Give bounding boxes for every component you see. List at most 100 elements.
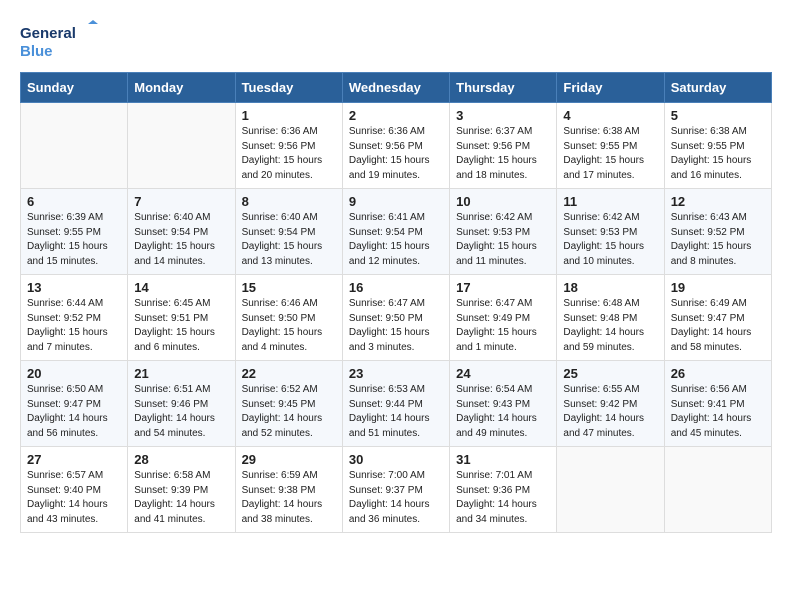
calendar-cell: 3Sunrise: 6:37 AM Sunset: 9:56 PM Daylig… [450, 103, 557, 189]
day-number: 4 [563, 108, 657, 123]
day-number: 31 [456, 452, 550, 467]
calendar-cell: 28 Sunrise: 6:58 AM Sunset: 9:39 PM Dayli… [128, 447, 235, 533]
day-detail: Sunrise: 6:47 AM Sunset: 9:49 PM Dayligh… [456, 297, 550, 355]
day-detail: Sunrise: 6:43 AM Sunset: 9:52 PM Dayligh… [671, 211, 765, 269]
day-number: 13 [27, 280, 121, 295]
day-number: 27 [27, 452, 121, 467]
day-number: 5 [671, 108, 765, 123]
calendar-header-row: SundayMondayTuesdayWednesdayThursdayFrid… [21, 73, 772, 103]
calendar-cell: 26Sunrise: 6:56 AM Sunset: 9:41 PM Dayli… [664, 361, 771, 447]
day-number: 10 [456, 194, 550, 209]
calendar-cell: 18 Sunrise: 6:48 AM Sunset: 9:48 PM Dayli… [557, 275, 664, 361]
day-number: 25 [563, 366, 657, 381]
calendar-cell [664, 447, 771, 533]
calendar-cell: 21 Sunrise: 6:51 AM Sunset: 9:46 PM Dayli… [128, 361, 235, 447]
calendar-cell: 27 Sunrise: 6:57 AM Sunset: 9:40 PM Dayli… [21, 447, 128, 533]
calendar-table: SundayMondayTuesdayWednesdayThursdayFrid… [20, 72, 772, 533]
calendar-cell [128, 103, 235, 189]
calendar-cell [557, 447, 664, 533]
day-number: 8 [242, 194, 336, 209]
calendar-cell: 19 Sunrise: 6:49 AM Sunset: 9:47 PM Dayli… [664, 275, 771, 361]
day-detail: Sunrise: 6:44 AM Sunset: 9:52 PM Dayligh… [27, 297, 121, 355]
day-number: 16 [349, 280, 443, 295]
day-number: 17 [456, 280, 550, 295]
day-detail: Sunrise: 6:59 AM Sunset: 9:38 PM Dayligh… [242, 469, 336, 527]
day-number: 9 [349, 194, 443, 209]
day-detail: Sunrise: 6:49 AM Sunset: 9:47 PM Dayligh… [671, 297, 765, 355]
day-number: 28 [134, 452, 228, 467]
calendar-cell: 30 Sunrise: 7:00 AM Sunset: 9:37 PM Dayli… [342, 447, 449, 533]
day-detail: Sunrise: 6:41 AM Sunset: 9:54 PM Dayligh… [349, 211, 443, 269]
day-number: 1 [242, 108, 336, 123]
calendar-week-row: 20 Sunrise: 6:50 AM Sunset: 9:47 PM Dayli… [21, 361, 772, 447]
day-detail: Sunrise: 6:42 AM Sunset: 9:53 PM Dayligh… [456, 211, 550, 269]
day-number: 11 [563, 194, 657, 209]
calendar-cell: 1 Sunrise: 6:36 AM Sunset: 9:56 PM Daylig… [235, 103, 342, 189]
day-detail: Sunrise: 6:58 AM Sunset: 9:39 PM Dayligh… [134, 469, 228, 527]
calendar-cell: 29Sunrise: 6:59 AM Sunset: 9:38 PM Dayli… [235, 447, 342, 533]
weekday-header: Saturday [664, 73, 771, 103]
day-detail: Sunrise: 6:51 AM Sunset: 9:46 PM Dayligh… [134, 383, 228, 441]
weekday-header: Sunday [21, 73, 128, 103]
calendar-cell: 31Sunrise: 7:01 AM Sunset: 9:36 PM Dayli… [450, 447, 557, 533]
calendar-cell: 25 Sunrise: 6:55 AM Sunset: 9:42 PM Dayli… [557, 361, 664, 447]
weekday-header: Thursday [450, 73, 557, 103]
day-number: 24 [456, 366, 550, 381]
calendar-cell: 4 Sunrise: 6:38 AM Sunset: 9:55 PM Daylig… [557, 103, 664, 189]
calendar-cell: 12 Sunrise: 6:43 AM Sunset: 9:52 PM Dayli… [664, 189, 771, 275]
day-detail: Sunrise: 6:46 AM Sunset: 9:50 PM Dayligh… [242, 297, 336, 355]
calendar-cell: 9 Sunrise: 6:41 AM Sunset: 9:54 PM Daylig… [342, 189, 449, 275]
day-detail: Sunrise: 6:42 AM Sunset: 9:53 PM Dayligh… [563, 211, 657, 269]
calendar-cell: 7 Sunrise: 6:40 AM Sunset: 9:54 PM Daylig… [128, 189, 235, 275]
calendar-cell: 8 Sunrise: 6:40 AM Sunset: 9:54 PM Daylig… [235, 189, 342, 275]
calendar-cell: 24 Sunrise: 6:54 AM Sunset: 9:43 PM Dayli… [450, 361, 557, 447]
day-number: 12 [671, 194, 765, 209]
logo: General Blue [20, 20, 100, 62]
day-detail: Sunrise: 6:57 AM Sunset: 9:40 PM Dayligh… [27, 469, 121, 527]
svg-text:Blue: Blue [20, 43, 53, 60]
weekday-header: Friday [557, 73, 664, 103]
calendar-cell: 15Sunrise: 6:46 AM Sunset: 9:50 PM Dayli… [235, 275, 342, 361]
calendar-cell: 23 Sunrise: 6:53 AM Sunset: 9:44 PM Dayli… [342, 361, 449, 447]
day-detail: Sunrise: 6:54 AM Sunset: 9:43 PM Dayligh… [456, 383, 550, 441]
day-detail: Sunrise: 6:47 AM Sunset: 9:50 PM Dayligh… [349, 297, 443, 355]
day-number: 3 [456, 108, 550, 123]
day-detail: Sunrise: 6:40 AM Sunset: 9:54 PM Dayligh… [242, 211, 336, 269]
day-number: 22 [242, 366, 336, 381]
day-detail: Sunrise: 6:36 AM Sunset: 9:56 PM Dayligh… [349, 125, 443, 183]
day-detail: Sunrise: 6:48 AM Sunset: 9:48 PM Dayligh… [563, 297, 657, 355]
page-header: General Blue [20, 20, 772, 62]
calendar-week-row: 13 Sunrise: 6:44 AM Sunset: 9:52 PM Dayli… [21, 275, 772, 361]
day-detail: Sunrise: 6:38 AM Sunset: 9:55 PM Dayligh… [671, 125, 765, 183]
calendar-week-row: 1 Sunrise: 6:36 AM Sunset: 9:56 PM Daylig… [21, 103, 772, 189]
day-detail: Sunrise: 7:00 AM Sunset: 9:37 PM Dayligh… [349, 469, 443, 527]
weekday-header: Tuesday [235, 73, 342, 103]
calendar-week-row: 27 Sunrise: 6:57 AM Sunset: 9:40 PM Dayli… [21, 447, 772, 533]
day-number: 2 [349, 108, 443, 123]
day-number: 18 [563, 280, 657, 295]
day-detail: Sunrise: 6:40 AM Sunset: 9:54 PM Dayligh… [134, 211, 228, 269]
day-number: 7 [134, 194, 228, 209]
day-number: 19 [671, 280, 765, 295]
day-number: 14 [134, 280, 228, 295]
day-detail: Sunrise: 6:50 AM Sunset: 9:47 PM Dayligh… [27, 383, 121, 441]
calendar-cell: 5 Sunrise: 6:38 AM Sunset: 9:55 PM Daylig… [664, 103, 771, 189]
calendar-cell [21, 103, 128, 189]
day-detail: Sunrise: 6:38 AM Sunset: 9:55 PM Dayligh… [563, 125, 657, 183]
calendar-cell: 11 Sunrise: 6:42 AM Sunset: 9:53 PM Dayli… [557, 189, 664, 275]
day-number: 30 [349, 452, 443, 467]
calendar-cell: 10 Sunrise: 6:42 AM Sunset: 9:53 PM Dayli… [450, 189, 557, 275]
calendar-cell: 20 Sunrise: 6:50 AM Sunset: 9:47 PM Dayli… [21, 361, 128, 447]
calendar-week-row: 6Sunrise: 6:39 AM Sunset: 9:55 PM Daylig… [21, 189, 772, 275]
day-number: 23 [349, 366, 443, 381]
day-number: 21 [134, 366, 228, 381]
weekday-header: Monday [128, 73, 235, 103]
calendar-cell: 13 Sunrise: 6:44 AM Sunset: 9:52 PM Dayli… [21, 275, 128, 361]
day-number: 20 [27, 366, 121, 381]
day-detail: Sunrise: 6:36 AM Sunset: 9:56 PM Dayligh… [242, 125, 336, 183]
day-detail: Sunrise: 6:53 AM Sunset: 9:44 PM Dayligh… [349, 383, 443, 441]
day-detail: Sunrise: 6:55 AM Sunset: 9:42 PM Dayligh… [563, 383, 657, 441]
day-number: 6 [27, 194, 121, 209]
svg-text:General: General [20, 25, 76, 42]
calendar-cell: 16 Sunrise: 6:47 AM Sunset: 9:50 PM Dayli… [342, 275, 449, 361]
